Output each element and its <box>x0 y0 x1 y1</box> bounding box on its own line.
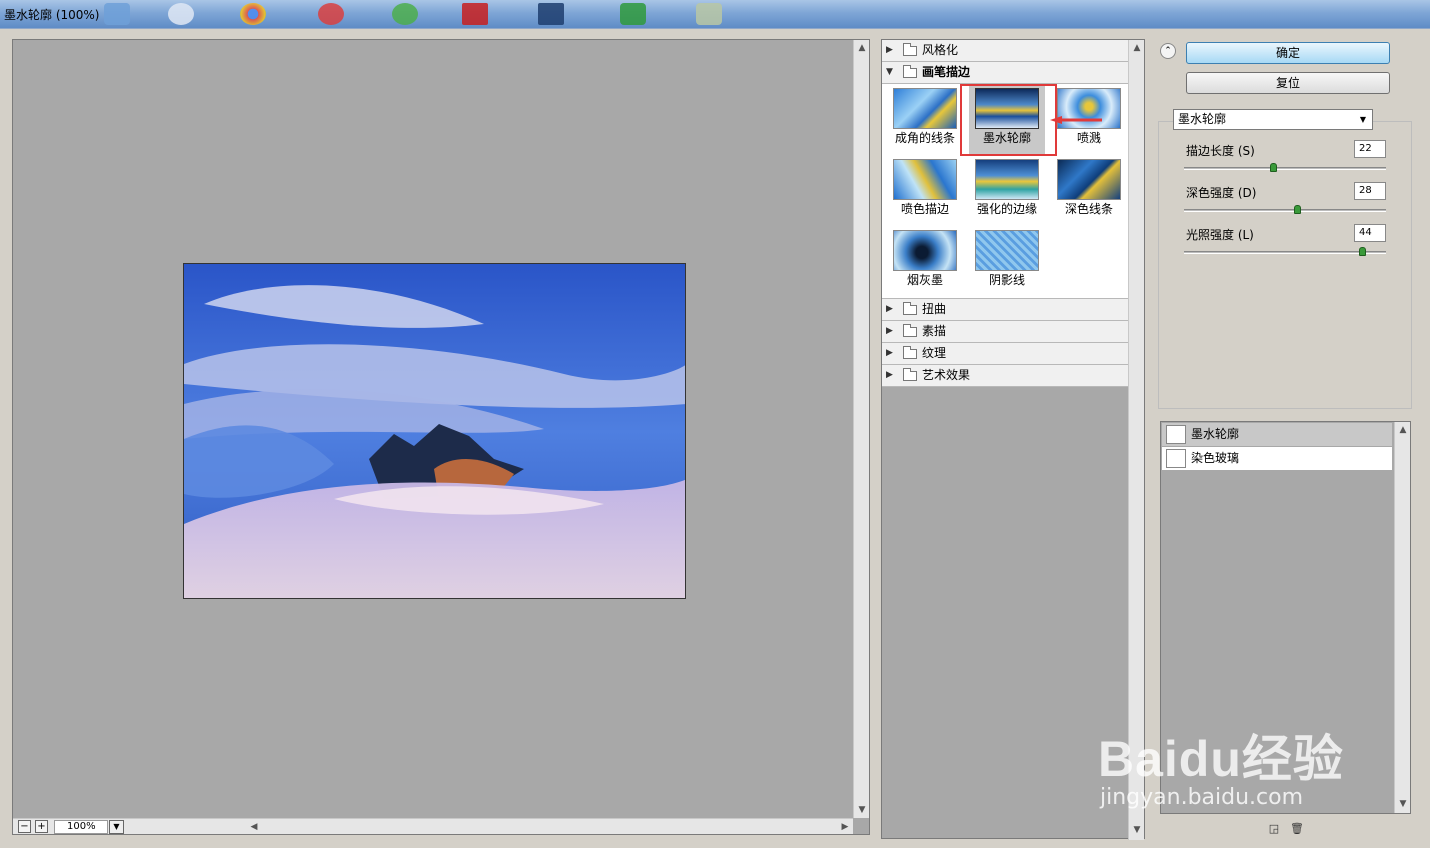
filter-category-list: ▶ 风格化 ▼ 画笔描边 成角的线条 墨水轮廓 喷溅 喷色描边 强化的边缘 深色… <box>882 40 1129 840</box>
scroll-right-arrow-icon[interactable]: ▶ <box>837 819 853 835</box>
slider-thumb-icon[interactable] <box>1269 163 1277 172</box>
thumbnail-image <box>893 159 957 200</box>
preview-image <box>183 263 686 599</box>
stroke-length-input[interactable]: 22 <box>1354 140 1386 158</box>
thumbnail-image <box>893 88 957 129</box>
window-title-bar: 墨水轮廓 (100%) <box>0 0 1430 28</box>
category-artistic[interactable]: ▶ 艺术效果 <box>882 365 1129 387</box>
folder-icon <box>903 346 917 359</box>
filter-thumb-accented-edges[interactable]: 强化的边缘 <box>969 157 1045 225</box>
collapse-triangle-icon: ▼ <box>886 67 893 77</box>
collapse-gallery-icon[interactable]: ⌃ <box>1160 43 1176 59</box>
delete-effect-layer-icon[interactable]: 🗑 <box>1290 823 1304 835</box>
light-intensity-input[interactable]: 44 <box>1354 224 1386 242</box>
landscape-photo <box>184 264 685 598</box>
category-texture[interactable]: ▶ 纹理 <box>882 343 1129 365</box>
taskbar-app-icon <box>620 3 646 25</box>
expand-triangle-icon: ▶ <box>886 348 893 358</box>
taskbar-ie-icon <box>104 3 130 25</box>
category-stylize[interactable]: ▶ 风格化 <box>882 40 1129 62</box>
scroll-down-arrow-icon[interactable]: ▼ <box>1395 796 1411 812</box>
thumbnail-image <box>975 159 1039 200</box>
effect-layer-ink-outlines[interactable]: 墨水轮廓 <box>1162 423 1392 446</box>
category-distort[interactable]: ▶ 扭曲 <box>882 299 1129 321</box>
folder-icon <box>903 368 917 381</box>
taskbar-app-icon <box>392 3 418 25</box>
ok-button[interactable]: 确定 <box>1186 42 1390 64</box>
stroke-length-slider[interactable] <box>1184 163 1386 172</box>
reset-button[interactable]: 复位 <box>1186 72 1390 94</box>
dark-intensity-slider[interactable] <box>1184 205 1386 214</box>
filter-gallery-dialog: ▲ ▼ − + 100% ▼ ◀ ▶ ▶ 风格化 ▼ 画笔描边 成角的线条 墨水… <box>0 28 1430 848</box>
filter-thumb-crosshatch[interactable]: 阴影线 <box>969 228 1045 296</box>
layers-scrollbar[interactable]: ▲ ▼ <box>1394 422 1410 813</box>
folder-icon <box>903 43 917 56</box>
zoom-level-field[interactable]: 100% <box>54 820 108 834</box>
thumbnail-image <box>975 88 1039 129</box>
zoom-controls: − + 100% ▼ <box>13 818 246 834</box>
scroll-down-arrow-icon[interactable]: ▼ <box>854 802 870 818</box>
thumbnail-image <box>975 230 1039 271</box>
zoom-out-button[interactable]: − <box>18 820 31 833</box>
taskbar-browser-icon <box>168 3 194 25</box>
expand-triangle-icon: ▶ <box>886 370 893 380</box>
dropdown-arrow-icon: ▼ <box>1359 115 1367 124</box>
light-intensity-slider[interactable] <box>1184 247 1386 256</box>
taskbar-chrome-icon <box>240 3 266 25</box>
folder-open-icon <box>903 65 917 78</box>
taskbar-app-icon <box>318 3 344 25</box>
stroke-length-label: 描边长度 (S) <box>1186 144 1255 158</box>
dark-intensity-label: 深色强度 (D) <box>1186 186 1257 200</box>
scroll-up-arrow-icon[interactable]: ▲ <box>1395 422 1411 438</box>
filter-thumb-sprayed-strokes[interactable]: 喷色描边 <box>887 157 963 225</box>
taskbar-app-icon <box>696 3 722 25</box>
red-arrow-icon <box>1050 116 1102 124</box>
watermark-logo: Baidu经验 <box>1098 731 1344 787</box>
scroll-up-arrow-icon[interactable]: ▲ <box>854 40 870 56</box>
filter-select-value: 墨水轮廓 <box>1178 112 1227 126</box>
filter-thumb-dark-strokes[interactable]: 深色线条 <box>1051 157 1127 225</box>
filter-thumb-sumi-e[interactable]: 烟灰墨 <box>887 228 963 296</box>
zoom-dropdown-icon[interactable]: ▼ <box>109 820 124 834</box>
category-brush-strokes[interactable]: ▼ 画笔描边 <box>882 62 1129 84</box>
filter-settings-group <box>1158 121 1412 409</box>
visibility-toggle-icon[interactable] <box>1166 425 1186 444</box>
scroll-up-arrow-icon[interactable]: ▲ <box>1129 40 1145 56</box>
filter-select[interactable]: 墨水轮廓 ▼ <box>1173 109 1373 130</box>
brush-strokes-thumbnails: 成角的线条 墨水轮廓 喷溅 喷色描边 强化的边缘 深色线条 烟灰墨 阴影线 <box>882 84 1129 299</box>
taskbar-photoshop-icon <box>538 3 564 25</box>
effect-layer-stained-glass[interactable]: 染色玻璃 <box>1162 447 1392 470</box>
taskbar-acrobat-icon <box>462 3 488 25</box>
thumbnail-image <box>1057 159 1121 200</box>
preview-pane[interactable]: ▲ ▼ − + 100% ▼ ◀ ▶ <box>12 39 870 835</box>
folder-icon <box>903 324 917 337</box>
thumbnail-image <box>893 230 957 271</box>
folder-icon <box>903 302 917 315</box>
preview-horizontal-scrollbar[interactable]: ◀ ▶ <box>246 818 853 834</box>
slider-thumb-icon[interactable] <box>1294 205 1302 214</box>
new-effect-layer-icon[interactable]: ◲ <box>1268 823 1280 835</box>
zoom-in-button[interactable]: + <box>35 820 48 833</box>
visibility-toggle-icon[interactable] <box>1166 449 1186 468</box>
window-title: 墨水轮廓 (100%) <box>4 8 100 22</box>
light-intensity-label: 光照强度 (L) <box>1186 228 1254 242</box>
filter-thumb-ink-outlines[interactable]: 墨水轮廓 <box>969 86 1045 154</box>
preview-vertical-scrollbar[interactable]: ▲ ▼ <box>853 40 869 818</box>
scroll-down-arrow-icon[interactable]: ▼ <box>1129 822 1145 838</box>
filter-thumb-angled-strokes[interactable]: 成角的线条 <box>887 86 963 154</box>
category-sketch[interactable]: ▶ 素描 <box>882 321 1129 343</box>
expand-triangle-icon: ▶ <box>886 326 893 336</box>
baidu-watermark: Baidu经验 jingyan.baidu.com <box>1098 719 1378 810</box>
expand-triangle-icon: ▶ <box>886 45 893 55</box>
dark-intensity-input[interactable]: 28 <box>1354 182 1386 200</box>
expand-triangle-icon: ▶ <box>886 304 893 314</box>
slider-thumb-icon[interactable] <box>1358 247 1366 256</box>
scroll-left-arrow-icon[interactable]: ◀ <box>246 819 262 835</box>
